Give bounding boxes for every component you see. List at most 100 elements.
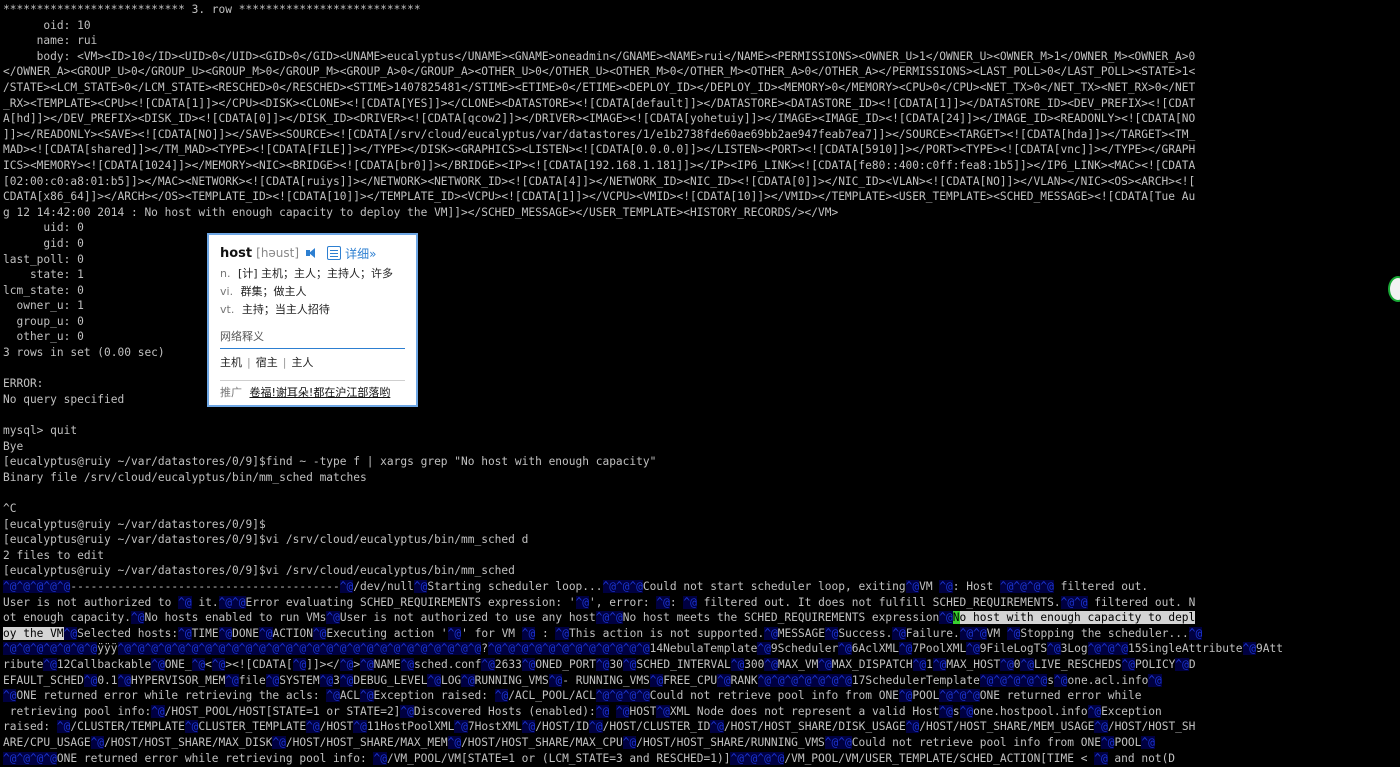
promo-link[interactable]: 卷福!谢耳朵!都在沪江部落哟 (250, 386, 391, 399)
terminal-text: MESSAGE (777, 626, 825, 640)
terminal-text: VM (919, 579, 940, 593)
control-char-run: ^@ (521, 657, 536, 671)
terminal-text: one.acl.info (1067, 673, 1149, 687)
control-char-run: ^@ (447, 626, 462, 640)
terminal-line: [eucalyptus@ruiy ~/var/datastores/0/9]$f… (3, 454, 1395, 470)
control-char-run: ^@ (326, 689, 340, 703)
terminal-text: 3Log (1060, 642, 1088, 656)
control-char-run: ^@ (932, 657, 947, 671)
terminal-text: s (952, 704, 960, 718)
terminal-text: 2633 (494, 657, 522, 671)
control-char-run: ^@ (90, 735, 105, 749)
control-char-run: ^@ (764, 657, 778, 671)
control-char-run: ^@ (959, 704, 974, 718)
control-char-run: ^@ (548, 673, 563, 687)
control-char-run: ^@ (151, 704, 165, 718)
terminal-text: ÿÿÿ (97, 642, 118, 656)
terminal-line: ot enough capacity.^@No hosts enabled to… (3, 610, 1395, 626)
control-char-run: ^@ (764, 626, 778, 640)
control-char-run: ^@^@^@^@^@^@^@ (3, 642, 98, 656)
control-char-run: ^@ (353, 720, 367, 734)
control-char-run: ^@ (272, 735, 286, 749)
terminal-line: [eucalyptus@ruiy ~/var/datastores/0/9]$ (3, 517, 1395, 533)
terminal-text: ot enough capacity. (3, 611, 131, 625)
ad-divider (220, 380, 405, 381)
web-definition-item[interactable]: 主人 (291, 356, 313, 369)
terminal-text: NAME (373, 657, 401, 671)
popup-header: host [həust] 详细» (220, 243, 405, 263)
control-char-run: ^@ (151, 657, 165, 671)
terminal-text: : Host (952, 579, 1000, 593)
control-char-run: ^@ (912, 657, 927, 671)
control-char-run: ^@ (575, 595, 590, 609)
terminal-text: 0.1 (97, 673, 118, 687)
terminal-text: Selected hosts: (77, 626, 179, 640)
control-char-run: ^@ (683, 595, 697, 609)
terminal-text: 15SingleAttribute (1127, 642, 1243, 656)
terminal-text: /ACL_POOL/ACL (508, 689, 596, 703)
control-char-run: ^@ (616, 704, 630, 718)
terminal-text: DEBUG_LEVEL (353, 673, 428, 687)
control-char-run: ^@ (1188, 626, 1203, 640)
control-char-run: ^@ (730, 657, 745, 671)
web-definition-item[interactable]: 宿主 (256, 356, 278, 369)
terminal-text: Failure. (905, 626, 960, 640)
terminal-text: TIME (191, 626, 219, 640)
terminal-text: owner_u: 1 (3, 299, 84, 313)
terminal-line: 2 files to edit (3, 548, 1395, 564)
control-char-run: ^@^@^@^@ (595, 689, 650, 703)
control-char-run: ^@ (360, 689, 374, 703)
details-icon[interactable] (327, 246, 342, 260)
terminal-line: ^C (3, 501, 1395, 517)
terminal-text: User is not authorized to use any host (339, 611, 596, 625)
terminal-text: LOG (440, 673, 462, 687)
terminal-text: last_poll: 0 (3, 252, 84, 266)
control-char-run: ^@ (622, 735, 637, 749)
terminal-text: 1 (926, 657, 933, 671)
control-char-run: ^@ (494, 689, 509, 703)
control-char-run: ^@ (265, 673, 280, 687)
details-link[interactable]: 详细» (345, 245, 376, 262)
terminal-text: retrieving pool info: (3, 704, 152, 718)
terminal-text: and not(D (1107, 751, 1176, 765)
web-definition-item[interactable]: 主机 (220, 356, 242, 369)
terminal-text: ACTION (272, 626, 313, 640)
control-char-run: ^@ (447, 735, 462, 749)
terminal-text: state: 1 (3, 268, 84, 282)
terminal-line: A[hd]]></DEV_PREFIX><DISK_ID><![CDATA[0]… (3, 111, 1395, 127)
control-char-run: ^@ (211, 657, 226, 671)
terminal-line: mysql> quit (3, 423, 1395, 439)
terminal-text: /dev/null (353, 579, 414, 593)
promo-row: 推广 卷福!谢耳朵!都在沪江部落哟 (220, 384, 405, 400)
terminal-text: LIVE_RESCHEDS (1033, 657, 1122, 671)
terminal-text: 9Att (1255, 642, 1283, 656)
part-of-speech: n. (220, 267, 231, 280)
terminal-line: /STATE><LCM_STATE>0</LCM_STATE><RESCHED>… (3, 80, 1395, 96)
terminal-text: ONE returned error while (979, 689, 1142, 703)
speaker-icon[interactable] (305, 247, 317, 259)
control-char-run: ^@ (360, 657, 374, 671)
terminal-line: User is not authorized to ^@ it.^@^@Erro… (3, 595, 1395, 611)
terminal-text: ><![CDATA[ (225, 657, 293, 671)
dictionary-popup: host [həust] 详细» n. [计] 主机；主人；主持人；许多 vi.… (207, 233, 418, 407)
control-char-run: ^@ (1141, 735, 1155, 749)
terminal-text: MAD><![CDATA[shared]]></TM_MAD><TYPE><![… (3, 143, 1196, 157)
control-char-run: ^@ (306, 720, 320, 734)
section-divider (220, 348, 405, 349)
terminal-text: [eucalyptus@ruiy ~/var/datastores/0/9]$f… (3, 455, 657, 469)
terminal-line: oy the VM^@Selected hosts:^@TIME^@DONE^@… (3, 626, 1395, 642)
terminal-text: < (205, 657, 212, 671)
part-of-speech: vt. (220, 303, 235, 316)
control-char-run: ^@ (63, 626, 78, 640)
part-of-speech: vi. (220, 285, 234, 298)
terminal-text: lcm_state: 0 (3, 283, 84, 297)
control-char-run: ^@ (656, 595, 670, 609)
terminal-text: 12Callbackable (56, 657, 152, 671)
control-char-run: ^@ (339, 657, 354, 671)
terminal-text: /HOST (319, 720, 354, 734)
terminal-text: FREE_CPU (663, 673, 718, 687)
terminal-text: SYSTEM (279, 673, 320, 687)
control-char-run: ^@ (312, 626, 327, 640)
terminal-line: ICS><MEMORY><![CDATA[1024]]></MEMORY><NI… (3, 158, 1395, 174)
terminal-line: oid: 10 (3, 18, 1395, 34)
